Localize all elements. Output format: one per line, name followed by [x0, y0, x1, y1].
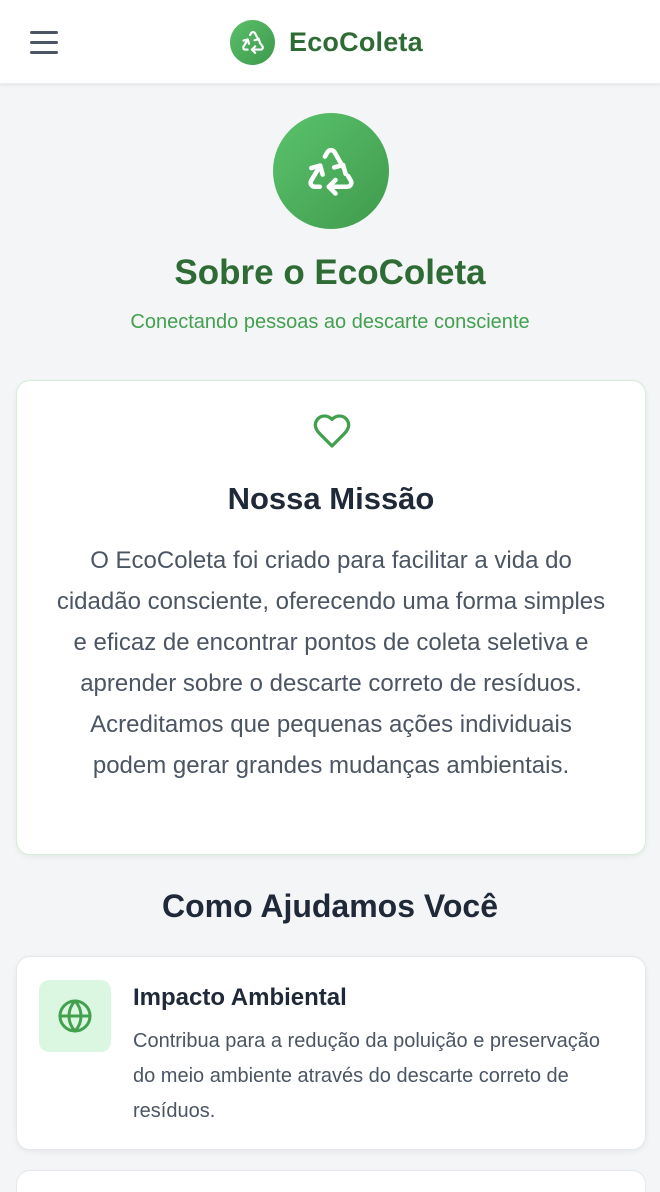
top-bar: EcoColeta: [0, 0, 660, 84]
mission-text: O EcoColeta foi criado para facilitar a …: [56, 547, 606, 779]
feature-card: Impacto Ambiental Contribua para a reduç…: [16, 956, 646, 1150]
recycle-icon: [273, 113, 389, 229]
feature-description: Contribua para a redução da poluição e p…: [133, 1030, 600, 1122]
recycle-icon: [230, 19, 275, 65]
brand-name: EcoColeta: [289, 26, 423, 57]
feature-title: Impacto Ambiental: [133, 984, 347, 1011]
globe-icon: [39, 980, 111, 1052]
hamburger-menu-icon[interactable]: [30, 24, 66, 60]
mission-title: Nossa Missão: [227, 481, 435, 516]
brand[interactable]: EcoColeta: [230, 19, 423, 65]
page-subtitle: Conectando pessoas ao descarte conscient…: [130, 311, 530, 333]
mission-card: Nossa Missão O EcoColeta foi criado para…: [16, 380, 646, 855]
feature-card: [16, 1170, 646, 1192]
section-title: Como Ajudamos Você: [161, 888, 499, 924]
heart-icon: [313, 414, 351, 448]
page-title: Sobre o EcoColeta: [174, 253, 486, 292]
